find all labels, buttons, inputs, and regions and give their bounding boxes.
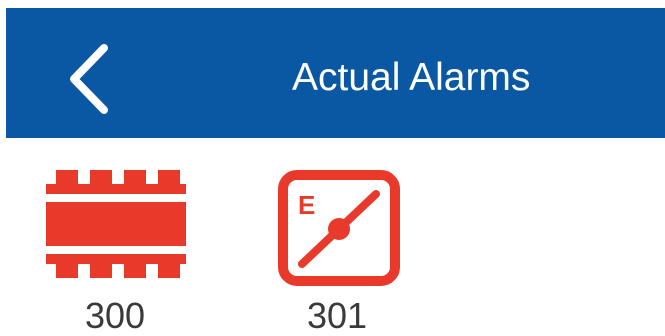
back-button[interactable] [56,36,136,126]
alarm-code: 300 [84,295,146,336]
page-title: Actual Alarms [292,56,531,99]
top-strip [0,0,665,8]
alarm-badge-letter: E [298,190,315,220]
alarms-screen: Actual Alarms 300 E 301 [0,0,665,336]
app-bar: Actual Alarms [6,8,665,138]
chip-module-alarm-icon [46,170,186,278]
alarm-tile-301[interactable]: E 301 [262,160,412,336]
alarm-tile-300[interactable]: 300 [40,160,190,336]
alarm-code: 301 [306,295,368,336]
chevron-left-icon [70,44,108,114]
encoder-shaft-alarm-icon: E [278,170,400,286]
